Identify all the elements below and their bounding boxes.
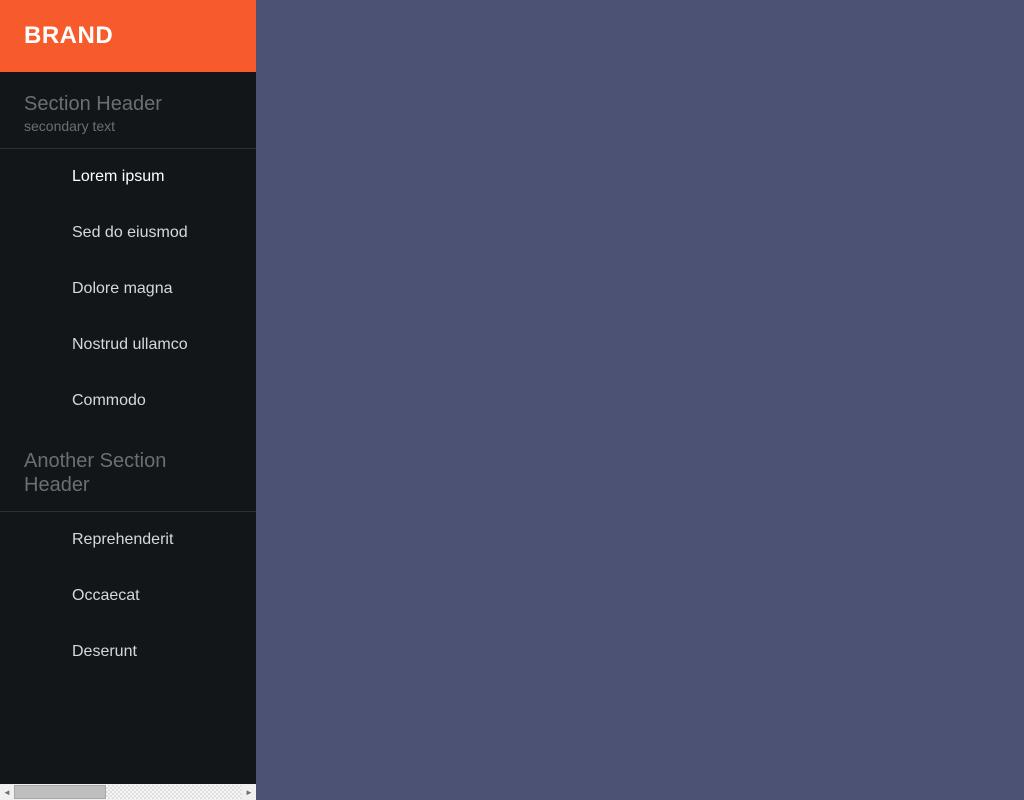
main-content [256,0,1024,784]
brand-title: BRAND [24,22,113,50]
nav-item-label: Nostrud ullamco [72,336,188,354]
nav-item-label: Occaecat [72,587,140,605]
nav-item-label: Deserunt [72,643,137,661]
nav-item-label: Dolore magna [72,280,173,298]
horizontal-scrollbar[interactable]: ◄ ► [0,784,256,800]
nav-item-label: Lorem ipsum [72,168,164,186]
nav-item-deserunt[interactable]: Deserunt [0,624,256,680]
nav-item-sed-do-eiusmod[interactable]: Sed do eiusmod [0,205,256,261]
sidebar: BRAND Section Header secondary text Lore… [0,0,256,784]
brand-header[interactable]: BRAND [0,0,256,72]
nav-item-label: Reprehenderit [72,531,173,549]
section-header-0: Section Header secondary text [0,72,256,148]
scroll-left-arrow-icon[interactable]: ◄ [0,785,14,799]
section-header-1: Another Section Header [0,429,256,511]
nav-list-1: Reprehenderit Occaecat Deserunt [0,512,256,680]
nav-item-reprehenderit[interactable]: Reprehenderit [0,512,256,568]
nav-item-lorem-ipsum[interactable]: Lorem ipsum [0,149,256,205]
nav-list-0: Lorem ipsum Sed do eiusmod Dolore magna … [0,149,256,429]
nav-item-label: Commodo [72,392,146,410]
nav-item-dolore-magna[interactable]: Dolore magna [0,261,256,317]
section-title: Another Section Header [24,449,232,497]
section-secondary: secondary text [24,118,232,134]
nav-item-label: Sed do eiusmod [72,224,188,242]
scroll-track[interactable] [14,785,242,799]
nav-item-commodo[interactable]: Commodo [0,373,256,429]
scroll-thumb[interactable] [14,785,106,799]
nav-item-nostrud-ullamco[interactable]: Nostrud ullamco [0,317,256,373]
nav-item-occaecat[interactable]: Occaecat [0,568,256,624]
scroll-right-arrow-icon[interactable]: ► [242,785,256,799]
section-title: Section Header [24,92,232,116]
